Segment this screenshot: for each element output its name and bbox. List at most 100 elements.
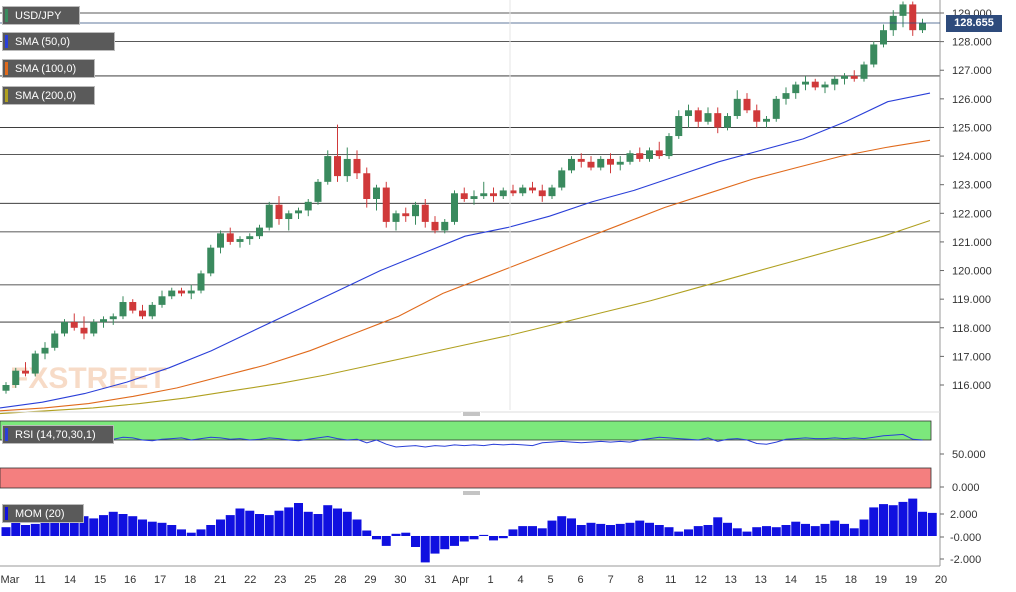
mom-bar [801, 523, 810, 536]
legend-mom-label: MOM (20) [15, 508, 65, 520]
mom-bar [323, 505, 333, 536]
x-tick-label: 11 [665, 574, 676, 586]
candle [265, 201, 273, 231]
mom-bar [508, 529, 518, 536]
mom-bar [89, 518, 99, 536]
mom-bar [235, 508, 245, 536]
candle [451, 190, 458, 225]
y-tick-label: 118.000 [952, 323, 991, 335]
mom-bar [869, 507, 879, 536]
sma50-swatch [5, 35, 8, 48]
mom-bar [128, 516, 138, 536]
rsi-overbought-band [0, 420, 932, 441]
x-tick-label: 25 [304, 574, 316, 586]
mom-bar [567, 518, 576, 536]
mom-bar [196, 529, 206, 536]
mom-bar [596, 523, 606, 536]
legend-sma50-label: SMA (50,0) [15, 36, 71, 48]
x-tick-label: 30 [394, 574, 406, 586]
sma100-swatch [5, 62, 8, 75]
mom-bar [859, 519, 869, 536]
candle [665, 133, 673, 159]
y-tick-label: 124.000 [952, 151, 992, 163]
rsi-y-tick-label: 0.000 [952, 482, 980, 494]
mom-bar [849, 528, 859, 536]
legend-sma200-label: SMA (200,0) [15, 90, 77, 102]
mom-bar [284, 507, 294, 536]
mom-swatch [5, 507, 8, 520]
legend-mom[interactable]: MOM (20) [2, 504, 84, 523]
price-panel [0, 0, 940, 410]
mom-bar [557, 516, 567, 536]
legend-sma100[interactable]: SMA (100,0) [2, 59, 95, 78]
resize-handle-rsi[interactable] [461, 412, 481, 417]
mom-bar [489, 536, 498, 541]
x-tick-label: 4 [517, 574, 523, 586]
y-tick-label: 121.000 [952, 237, 992, 249]
mom-bar [537, 528, 547, 536]
x-tick-label: 11 [34, 574, 45, 586]
mom-bar [138, 519, 147, 536]
candle [870, 41, 878, 68]
mom-bar [177, 529, 186, 536]
mom-bar [684, 529, 693, 536]
x-tick-label: 14 [785, 574, 797, 586]
mom-bar [518, 526, 528, 536]
last-price-badge: 128.655 [946, 15, 1002, 32]
mom-bar [879, 504, 888, 536]
legend-rsi[interactable]: RSI (14,70,30,1) [2, 425, 114, 444]
legend-symbol[interactable]: USD/JPY [2, 6, 80, 25]
y-tick-label: 128.000 [952, 37, 992, 49]
candle [51, 330, 59, 351]
x-tick-label: 19 [875, 574, 887, 586]
mom-bar [723, 522, 732, 536]
x-tick-label: 8 [638, 574, 644, 586]
mom-bar [615, 523, 625, 536]
mom-bar [147, 521, 157, 536]
mom-bar [625, 522, 635, 536]
mom-bar [762, 526, 771, 536]
y-tick-label: 116.000 [952, 380, 991, 392]
mom-bar [927, 512, 937, 536]
x-tick-label: 1 [487, 574, 493, 586]
x-tick-label: 17 [154, 574, 166, 586]
mom-bar [576, 525, 586, 536]
x-tick-label: 21 [214, 574, 226, 586]
x-tick-label: Mar [1, 574, 20, 586]
resize-handle-mom[interactable] [461, 491, 481, 496]
candle [772, 95, 780, 122]
mom-bar [264, 515, 274, 536]
mom-bar [674, 531, 684, 536]
legend-sma50[interactable]: SMA (50,0) [2, 32, 115, 51]
y-tick-label: 122.000 [952, 208, 992, 220]
mom-bar [547, 520, 557, 536]
x-tick-label: 16 [124, 574, 136, 586]
mom-bar [157, 522, 167, 536]
x-tick-label: 5 [548, 574, 554, 586]
mom-bar [186, 532, 196, 536]
mom-bar [21, 525, 30, 536]
mom-bar [908, 498, 918, 536]
mom-bar [888, 505, 898, 536]
x-tick-label: 18 [845, 574, 857, 586]
mom-bar [664, 527, 674, 536]
y-tick-label: 127.000 [952, 65, 992, 77]
mom-bar [11, 522, 21, 536]
x-tick-label: 7 [608, 574, 614, 586]
mom-bar [498, 536, 508, 539]
mom-bar [372, 536, 381, 540]
x-tick-label: 28 [334, 574, 346, 586]
mom-bar [420, 536, 430, 563]
y-tick-label: 123.000 [952, 180, 992, 192]
mom-bar [401, 532, 411, 536]
mom-bar [225, 515, 235, 536]
mom-bar [703, 525, 713, 536]
mom-bar [840, 523, 849, 536]
rsi-oversold-band [0, 467, 932, 489]
mom-bar [830, 520, 840, 536]
mom-bar [781, 525, 791, 536]
candle [860, 61, 868, 82]
legend-rsi-label: RSI (14,70,30,1) [15, 429, 96, 441]
legend-sma200[interactable]: SMA (200,0) [2, 86, 95, 105]
mom-y-tick-label: 2.000 [950, 509, 978, 521]
